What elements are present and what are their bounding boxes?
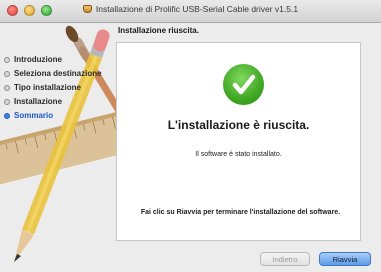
step-bullet-icon: [4, 99, 10, 105]
step-bullet-icon: [4, 71, 10, 77]
step-seleziona-destinazione: Seleziona destinazione: [4, 69, 116, 79]
window-title: Installazione di Prolific USB-Serial Cab…: [95, 4, 299, 14]
installer-steps: Introduzione Seleziona destinazione Tipo…: [4, 55, 116, 125]
restart-instruction: Fai clic su Riavvia per terminare l'inst…: [140, 209, 341, 216]
success-message: Il software è stato installato.: [195, 151, 282, 158]
title-bar[interactable]: Installazione di Prolific USB-Serial Cab…: [0, 0, 381, 23]
window-title-wrap: Installazione di Prolific USB-Serial Cab…: [0, 4, 381, 14]
back-button[interactable]: Indietro: [260, 252, 310, 266]
step-bullet-icon: [4, 85, 10, 91]
step-label: Sommario: [14, 111, 54, 120]
step-label: Seleziona destinazione: [14, 69, 102, 78]
step-installazione: Installazione: [4, 97, 116, 107]
success-headline: L'installazione è riuscita.: [167, 118, 310, 132]
step-tipo-installazione: Tipo installazione: [4, 83, 116, 93]
step-introduzione: Introduzione: [4, 55, 116, 65]
step-bullet-icon: [4, 57, 10, 63]
step-label: Installazione: [14, 97, 63, 106]
content-panel: L'installazione è riuscita. Il software …: [116, 42, 361, 241]
step-sommario: Sommario: [4, 111, 116, 121]
package-icon: [82, 5, 92, 13]
success-badge: [223, 64, 264, 105]
checkmark-icon: [232, 74, 256, 95]
restart-button[interactable]: Riavvia: [319, 252, 371, 266]
installer-window: Installazione di Prolific USB-Serial Cab…: [0, 0, 381, 272]
step-label: Introduzione: [14, 55, 62, 64]
step-label: Tipo installazione: [14, 83, 81, 92]
step-bullet-icon: [4, 113, 10, 119]
